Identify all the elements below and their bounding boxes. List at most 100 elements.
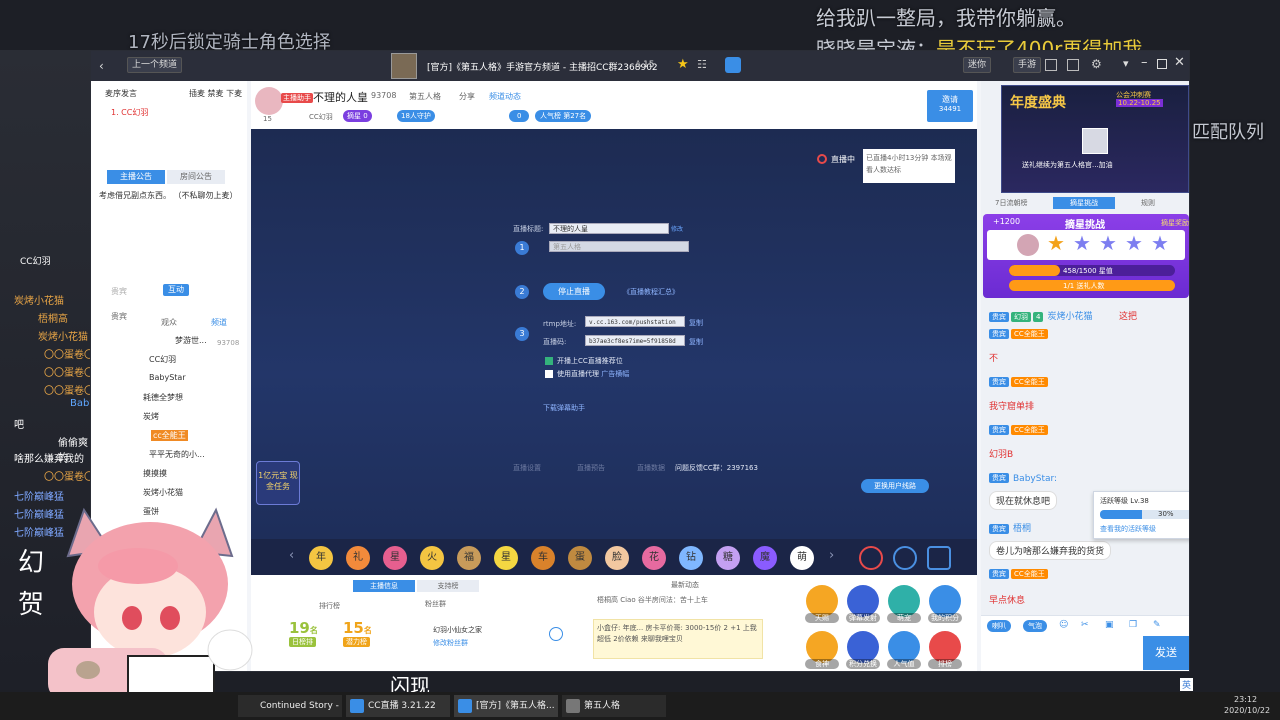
minimize-icon[interactable]: – [1141, 55, 1148, 70]
viewer-row[interactable]: 梦游世... [175, 335, 207, 346]
pick-star-badge[interactable]: 摘星 0 [343, 110, 372, 122]
tab-rules[interactable]: 规则 [1141, 198, 1155, 208]
list-tab-channel[interactable]: 频道 [211, 317, 227, 328]
fan-group-name[interactable]: 幻羽小仙女之家 [433, 625, 482, 635]
key-input[interactable]: b37ae3cf8es7ime=5f91858d [585, 335, 685, 346]
viewer-row[interactable]: 耗德全梦想 [143, 392, 183, 403]
menu-chevron-icon[interactable]: ▾ [1123, 57, 1129, 70]
rtmp-copy-link[interactable]: 复制 [689, 318, 703, 328]
action-button[interactable]: 人气值 [887, 631, 921, 671]
rank-badge[interactable]: 人气榜 第27名 [535, 110, 592, 122]
gift-item-icon[interactable]: 钻 [679, 546, 703, 570]
action-button[interactable]: 弹幕发射 [846, 585, 880, 627]
chat-message[interactable]: 贵宾 CC全能王 [989, 569, 1050, 580]
list-tab-vip[interactable]: 贵宾 [111, 311, 127, 322]
chat-message[interactable]: 贵宾 BabyStar: [989, 473, 1057, 484]
switch-line-button[interactable]: 更换用户线路 [861, 479, 929, 493]
viewer-row[interactable]: cc全能王 [151, 430, 188, 441]
chat-message[interactable]: 贵宾 梧桐 [989, 521, 1031, 534]
status-item[interactable]: 直播设置 [513, 463, 541, 473]
tab-challenge[interactable]: 摘星挑战 [1053, 197, 1115, 209]
action-button[interactable]: 天赐 [805, 585, 839, 627]
gift-item-icon[interactable]: 星 [383, 546, 407, 570]
gift-item-icon[interactable]: 花 [642, 546, 666, 570]
guard-badge[interactable]: 18人守护 [397, 110, 435, 122]
taskbar-item-channel[interactable]: [官方]《第五人格... [454, 695, 558, 717]
gift-item-icon[interactable]: 脸 [605, 546, 629, 570]
invite-button[interactable]: 邀请 34491 [927, 90, 973, 122]
mic-mode-label[interactable]: 麦序发言 [105, 88, 137, 99]
tab-streamer-info[interactable]: 主播信息 [353, 580, 415, 592]
viewer-row[interactable]: BabyStar [149, 373, 186, 382]
action-button[interactable]: 萌宠 [887, 585, 921, 627]
title-modify-link[interactable]: 修改 [671, 224, 683, 233]
image-icon[interactable]: ▣ [1105, 620, 1114, 630]
stop-live-button[interactable]: 停止直播 [543, 283, 605, 300]
mini-mode-button[interactable]: 迷你 [963, 57, 992, 73]
gift-item-icon[interactable]: 礼 [346, 546, 370, 570]
key-copy-link[interactable]: 复制 [689, 337, 703, 347]
notice-tab-anchor[interactable]: 主播公告 [107, 170, 165, 184]
mic-controls[interactable]: 插麦 禁麦 下麦 [189, 88, 242, 99]
viewer-row[interactable]: 摸摸摸 [143, 468, 167, 479]
shop-icon[interactable] [927, 546, 951, 570]
fans-badge[interactable]: 0 [509, 110, 530, 122]
gift-item-icon[interactable]: 星 [494, 546, 518, 570]
proxy-checkbox[interactable] [545, 370, 553, 378]
gift-item-icon[interactable]: 魔 [753, 546, 777, 570]
download-assistant-link[interactable]: 下载弹幕助手 [543, 403, 585, 413]
taskbar-item-music[interactable]: Continued Story - 酷... [238, 695, 342, 717]
pin-icon[interactable]: ✎ [1153, 620, 1161, 630]
action-button[interactable]: 排榜 [928, 631, 962, 671]
channel-dynamic-link[interactable]: 频道动态 [489, 91, 521, 102]
favorite-star-icon[interactable]: ★ [677, 57, 689, 72]
gift-item-icon[interactable]: 萌 [790, 546, 814, 570]
taskbar-item-game[interactable]: 第五人格 [562, 695, 666, 717]
back-arrow-icon[interactable]: ‹ [99, 59, 104, 73]
prev-channel-button[interactable]: 上一个频道 [127, 57, 183, 73]
clock-date[interactable]: 2020/10/22 [1224, 706, 1270, 715]
chat-message[interactable]: 贵宾 幻羽 4 炭烤小花猫 [989, 309, 1092, 322]
streamer-avatar[interactable] [255, 87, 283, 115]
tutorial-link[interactable]: 《直播教程汇总》 [623, 287, 679, 297]
layout-icon[interactable] [1067, 59, 1079, 71]
gift-msg-icon[interactable]: ❒ [1129, 620, 1137, 630]
chat-input[interactable] [985, 638, 1131, 668]
gift-item-icon[interactable]: 糖 [716, 546, 740, 570]
mic-queue-user[interactable]: 1. CC幻羽 [111, 107, 148, 118]
sub-tab-vip[interactable]: 贵宾 [111, 286, 127, 297]
emoji-icon[interactable]: ☺ [1059, 620, 1068, 630]
settings-icon[interactable]: ⚙ [1091, 57, 1102, 71]
game-select[interactable]: 第五人格 [549, 241, 689, 252]
status-item[interactable]: 直播数据 [637, 463, 665, 473]
tab-support-rank[interactable]: 支持榜 [417, 580, 479, 592]
event-banner[interactable]: 年度盛典 公会冲刺赛 10.22-10.25 送礼继续为第五人格官...加油 [1001, 85, 1189, 193]
action-button[interactable]: 食神 [805, 631, 839, 671]
gift-item-icon[interactable]: 火 [420, 546, 444, 570]
horn-button[interactable]: 喇叭 [987, 620, 1011, 632]
action-button[interactable]: 积分兑换 [846, 631, 880, 671]
chat-message[interactable]: 贵宾 CC全能王 [989, 329, 1050, 340]
chat-message[interactable]: 贵宾 CC全能王 [989, 377, 1050, 388]
title-input[interactable]: 不理的人皇 [549, 223, 669, 234]
share-link[interactable]: 分享 [459, 91, 475, 102]
bubble-button[interactable]: 气泡 [1023, 620, 1047, 632]
viewer-row[interactable]: 炭烤小花猫 [143, 487, 183, 498]
fan-group-icon[interactable] [549, 627, 563, 641]
mobile-mode-button[interactable]: 手游 [1013, 57, 1042, 73]
challenge-reward-link[interactable]: 摘星奖励 [1161, 218, 1189, 228]
news-box[interactable]: 小盒仔: 年底... 房卡平价哥: 3000-15价 2 +1 上我超低 2价依… [593, 619, 763, 659]
gift-item-icon[interactable]: 福 [457, 546, 481, 570]
fan-group-edit-link[interactable]: 修改粉丝群 [433, 638, 468, 648]
gift-box-icon[interactable] [859, 546, 883, 570]
chat-username[interactable]: 梧桐 [1013, 524, 1031, 534]
live-camera-icon[interactable] [725, 57, 741, 73]
chat-username[interactable]: BabyStar: [1013, 474, 1057, 484]
notice-tab-room[interactable]: 房间公告 [167, 170, 225, 184]
proxy-extra[interactable]: 广告横幅 [601, 370, 629, 378]
chat-username[interactable]: 炭烤小花猫 [1047, 312, 1092, 322]
viewer-row[interactable]: CC幻羽 [149, 354, 176, 365]
action-button[interactable]: 我的积分 [928, 585, 962, 627]
game-tag[interactable]: 第五人格 [409, 91, 441, 102]
gift-next-arrow-icon[interactable]: › [829, 548, 834, 563]
